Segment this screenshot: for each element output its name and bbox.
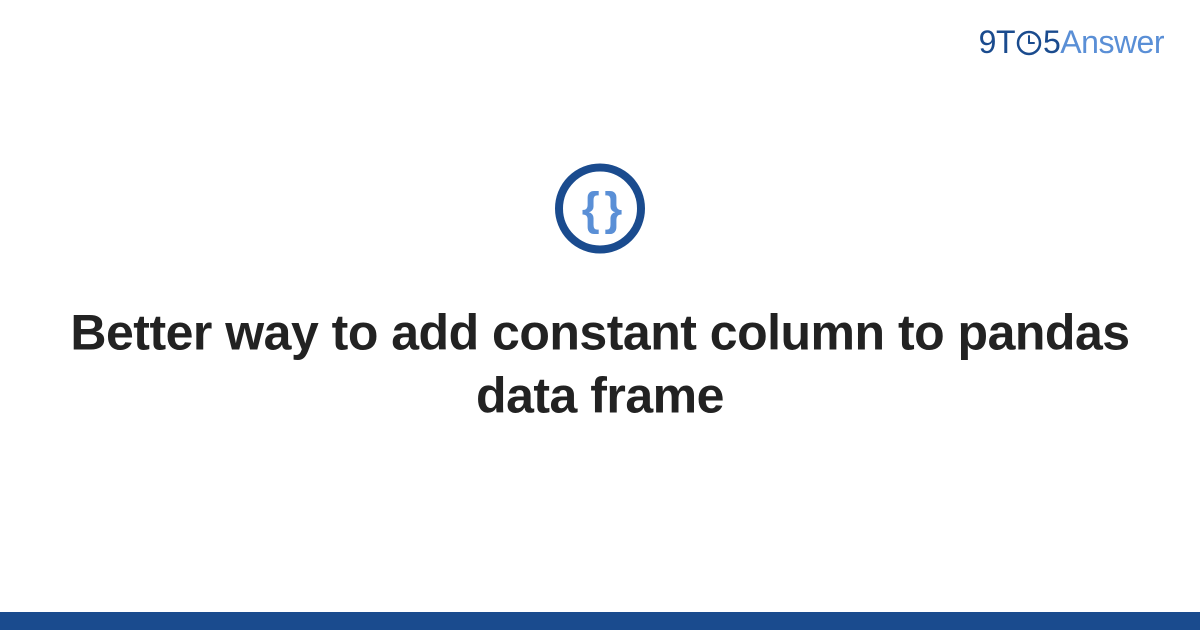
clock-icon — [1016, 30, 1042, 56]
site-logo: 9T 5Answer — [979, 24, 1164, 61]
code-braces-icon: { } — [582, 186, 619, 232]
category-icon-circle: { } — [555, 164, 645, 254]
logo-prefix: 9T — [979, 24, 1015, 60]
main-content: { } Better way to add constant column to… — [0, 164, 1200, 427]
page-title: Better way to add constant column to pan… — [70, 302, 1130, 427]
logo-middle: 5 — [1043, 24, 1060, 60]
footer-bar — [0, 612, 1200, 630]
logo-suffix: Answer — [1060, 24, 1164, 60]
